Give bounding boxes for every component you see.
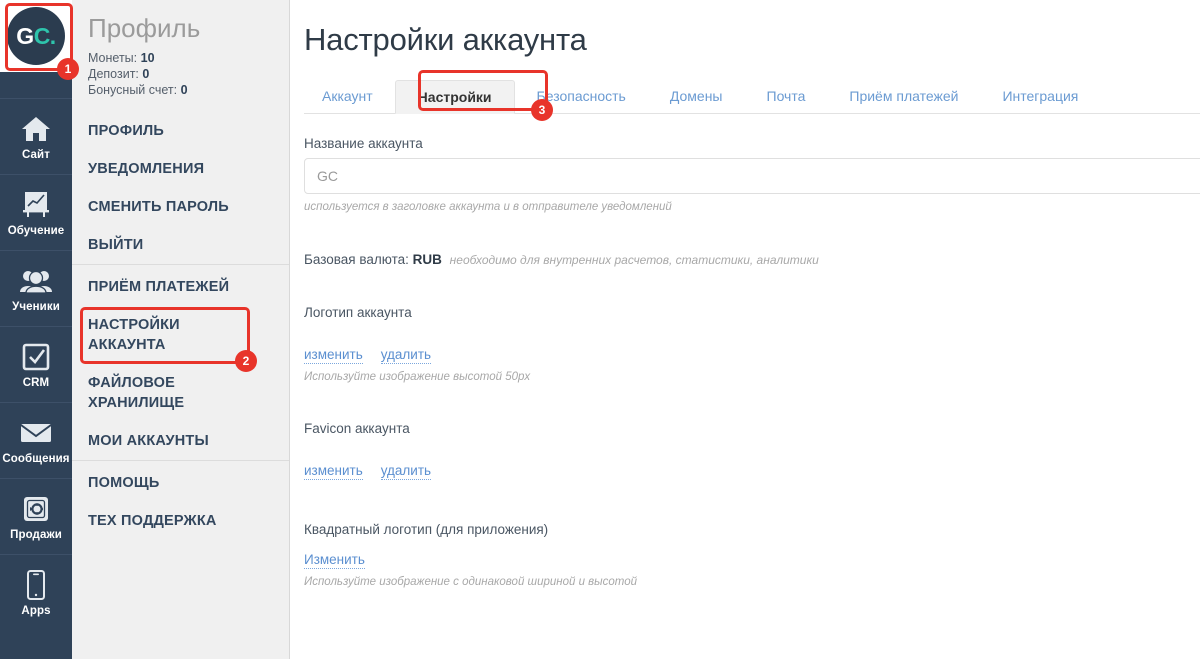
stat-deposit-value: 0: [142, 66, 150, 81]
account-logo-label: Логотип аккаунта: [304, 305, 412, 320]
square-logo-change-link[interactable]: Изменить: [304, 551, 365, 569]
profile-sidebar: Профиль Монеты: 10 Депозит: 0 Бонусный с…: [72, 0, 290, 659]
menu-item-account-settings[interactable]: НАСТРОЙКИ АККАУНТА: [72, 306, 222, 364]
home-icon: [19, 112, 53, 146]
account-logo-actions: изменить удалить: [304, 346, 1200, 364]
menu-item-support[interactable]: ТЕХ ПОДДЕРЖКА: [72, 502, 289, 540]
account-favicon-delete-link[interactable]: удалить: [380, 462, 432, 480]
tab-mail[interactable]: Почта: [745, 88, 828, 113]
square-logo-block: Квадратный логотип (для приложения) Изме…: [304, 522, 1200, 588]
rail-item-students[interactable]: Ученики: [0, 250, 72, 326]
account-name-hint: используется в заголовке аккаунта и в от…: [304, 201, 672, 213]
settings-form: Название аккаунта используется в заголов…: [304, 114, 1200, 588]
account-favicon-label: Favicon аккаунта: [304, 421, 410, 436]
base-currency-value: RUB: [412, 252, 442, 267]
rail-item-crm[interactable]: CRM: [0, 326, 72, 402]
account-name-label: Название аккаунта: [304, 136, 423, 151]
rail-label-education: Обучение: [7, 225, 65, 237]
users-icon: [19, 264, 53, 298]
rail-label-site: Сайт: [22, 149, 50, 161]
square-logo-label: Квадратный логотип (для приложения): [304, 522, 549, 537]
envelope-icon: [19, 416, 53, 450]
stat-coins-value: 10: [140, 50, 155, 65]
logo-text-c: C.: [33, 22, 57, 49]
stat-bonus-value: 0: [180, 82, 188, 97]
settings-tabs: Аккаунт Настройки Безопасность Домены По…: [304, 80, 1200, 114]
account-favicon-actions: изменить удалить: [304, 462, 1200, 480]
rail-item-messages[interactable]: Сообщения: [0, 402, 72, 478]
rail-label-apps: Apps: [21, 605, 51, 617]
stat-deposit: Депозит: 0: [88, 66, 273, 82]
profile-title: Профиль: [88, 13, 201, 43]
stat-bonus: Бонусный счет: 0: [88, 82, 273, 98]
checkbox-icon: [19, 340, 53, 374]
menu-item-profile[interactable]: ПРОФИЛЬ: [72, 112, 289, 150]
account-name-input[interactable]: [304, 158, 1200, 194]
square-logo-actions: Изменить: [304, 551, 1200, 569]
menu-item-logout[interactable]: ВЫЙТИ: [72, 226, 289, 264]
menu-item-change-password[interactable]: СМЕНИТЬ ПАРОЛЬ: [72, 188, 289, 226]
tab-account[interactable]: Аккаунт: [304, 88, 395, 113]
stat-bonus-label: Бонусный счет:: [88, 82, 178, 97]
logo-circle: G C.: [7, 7, 65, 65]
stat-coins-label: Монеты:: [88, 50, 138, 65]
account-favicon-block: Favicon аккаунта изменить удалить: [304, 421, 1200, 480]
main-nav-rail: G C. Сайт Обучение Ученики CRM Сообщения…: [0, 0, 72, 659]
base-currency-row: Базовая валюта: RUB необходимо для внутр…: [304, 252, 1200, 267]
rail-item-education[interactable]: Обучение: [0, 174, 72, 250]
annotation-badge-1: 1: [57, 58, 79, 80]
menu-item-payments[interactable]: ПРИЁМ ПЛАТЕЖЕЙ: [72, 263, 289, 306]
logo-text-g: G: [16, 22, 34, 49]
menu-item-file-storage[interactable]: ФАЙЛОВОЕ ХРАНИЛИЩЕ: [72, 364, 222, 422]
menu-item-help[interactable]: ПОМОЩЬ: [72, 459, 289, 502]
tab-integration[interactable]: Интеграция: [980, 88, 1100, 113]
main-content: Настройки аккаунта Аккаунт Настройки Без…: [290, 0, 1200, 659]
account-favicon-change-link[interactable]: изменить: [304, 462, 363, 480]
rail-label-sales: Продажи: [10, 529, 62, 541]
page-title: Настройки аккаунта: [304, 22, 587, 57]
tab-domains[interactable]: Домены: [648, 88, 745, 113]
account-logo-hint: Используйте изображение высотой 50px: [304, 371, 531, 383]
account-settings-page: G C. Сайт Обучение Ученики CRM Сообщения…: [0, 0, 1200, 659]
rail-item-site[interactable]: Сайт: [0, 98, 72, 174]
base-currency-label: Базовая валюта:: [304, 252, 409, 267]
chart-board-icon: [19, 188, 53, 222]
rail-item-sales[interactable]: Продажи: [0, 478, 72, 554]
base-currency-note: необходимо для внутренних расчетов, стат…: [449, 253, 819, 267]
rail-label-students: Ученики: [12, 301, 60, 313]
rail-item-apps[interactable]: Apps: [0, 554, 72, 630]
menu-item-my-accounts[interactable]: МОИ АККАУНТЫ: [72, 422, 289, 460]
mobile-icon: [19, 568, 53, 602]
account-logo-block: Логотип аккаунта изменить удалить Исполь…: [304, 305, 1200, 383]
account-logo-delete-link[interactable]: удалить: [380, 346, 432, 364]
tab-payments[interactable]: Приём платежей: [827, 88, 980, 113]
annotation-badge-3: 3: [531, 99, 553, 121]
stat-deposit-label: Депозит:: [88, 66, 139, 81]
account-logo-change-link[interactable]: изменить: [304, 346, 363, 364]
safe-icon: [19, 492, 53, 526]
tab-settings[interactable]: Настройки: [394, 80, 515, 114]
annotation-badge-2: 2: [235, 350, 257, 372]
rail-label-crm: CRM: [22, 377, 50, 389]
stat-coins: Монеты: 10: [88, 50, 273, 66]
square-logo-hint: Используйте изображение с одинаковой шир…: [304, 576, 638, 588]
menu-item-notifications[interactable]: УВЕДОМЛЕНИЯ: [72, 150, 289, 188]
profile-stats: Монеты: 10 Депозит: 0 Бонусный счет: 0: [72, 50, 289, 98]
rail-label-messages: Сообщения: [2, 453, 70, 465]
profile-menu: ПРОФИЛЬ УВЕДОМЛЕНИЯ СМЕНИТЬ ПАРОЛЬ ВЫЙТИ…: [72, 112, 289, 540]
